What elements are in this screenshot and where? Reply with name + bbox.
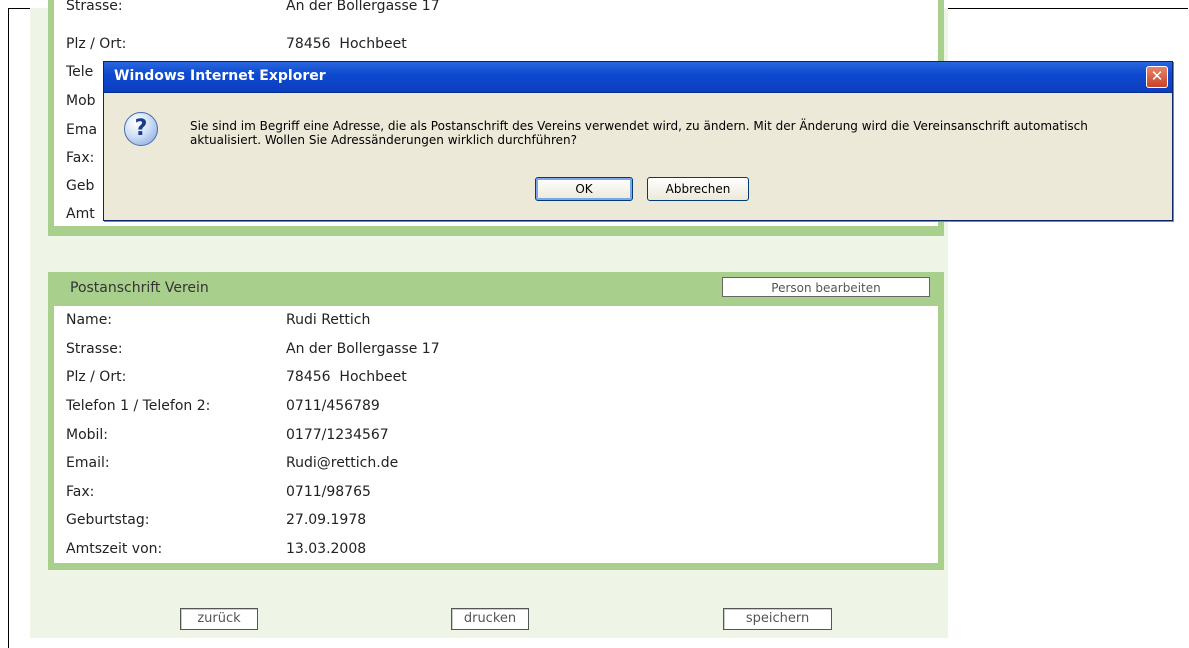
- row-label: Amtszeit von:: [66, 541, 163, 557]
- confirm-dialog: Windows Internet Explorer ✕ ? Sie sind i…: [103, 61, 1173, 221]
- panel-title: Postanschrift Verein: [70, 280, 209, 296]
- row-value: 78456 Hochbeet: [286, 36, 407, 52]
- postanschrift-body: Name: Rudi Rettich Strasse: An der Bolle…: [54, 306, 938, 563]
- cancel-button[interactable]: Abbrechen: [647, 177, 749, 201]
- row-value: 78456 Hochbeet: [286, 369, 407, 385]
- dialog-message: Sie sind im Begriff eine Adresse, die al…: [190, 119, 1088, 147]
- question-icon: ?: [124, 112, 158, 146]
- row-value: 27.09.1978: [286, 512, 367, 528]
- row-label: Plz / Ort:: [66, 36, 127, 52]
- row-label: Strasse:: [66, 341, 123, 357]
- row-label: Name:: [66, 312, 113, 328]
- dialog-titlebar[interactable]: Windows Internet Explorer ✕: [104, 62, 1172, 93]
- dialog-title: Windows Internet Explorer: [114, 68, 326, 84]
- back-button[interactable]: zurück: [180, 608, 258, 630]
- row-label: Geburtstag:: [66, 512, 150, 528]
- row-value: 13.03.2008: [286, 541, 367, 557]
- row-label: Plz / Ort:: [66, 369, 127, 385]
- edit-person-button[interactable]: Person bearbeiten: [722, 277, 930, 297]
- row-label: Email:: [66, 455, 110, 471]
- row-label: Mobil:: [66, 427, 109, 443]
- save-button[interactable]: speichern: [723, 608, 832, 630]
- row-value: 0177/1234567: [286, 427, 389, 443]
- postanschrift-panel: Postanschrift Verein Person bearbeiten N…: [48, 272, 944, 570]
- row-value: Rudi@rettich.de: [286, 455, 399, 471]
- row-label: Strasse:: [66, 0, 123, 14]
- close-icon[interactable]: ✕: [1146, 66, 1168, 88]
- row-value: Rudi Rettich: [286, 312, 371, 328]
- row-value: 0711/98765: [286, 484, 371, 500]
- row-label: Telefon 1 / Telefon 2:: [66, 398, 211, 414]
- row-value: 0711/456789: [286, 398, 380, 414]
- row-label: Fax:: [66, 484, 95, 500]
- row-value: An der Bollergasse 17: [286, 341, 440, 357]
- row-value: An der Bollergasse 17: [286, 0, 440, 14]
- print-button[interactable]: drucken: [451, 608, 529, 630]
- ok-button[interactable]: OK: [535, 177, 633, 201]
